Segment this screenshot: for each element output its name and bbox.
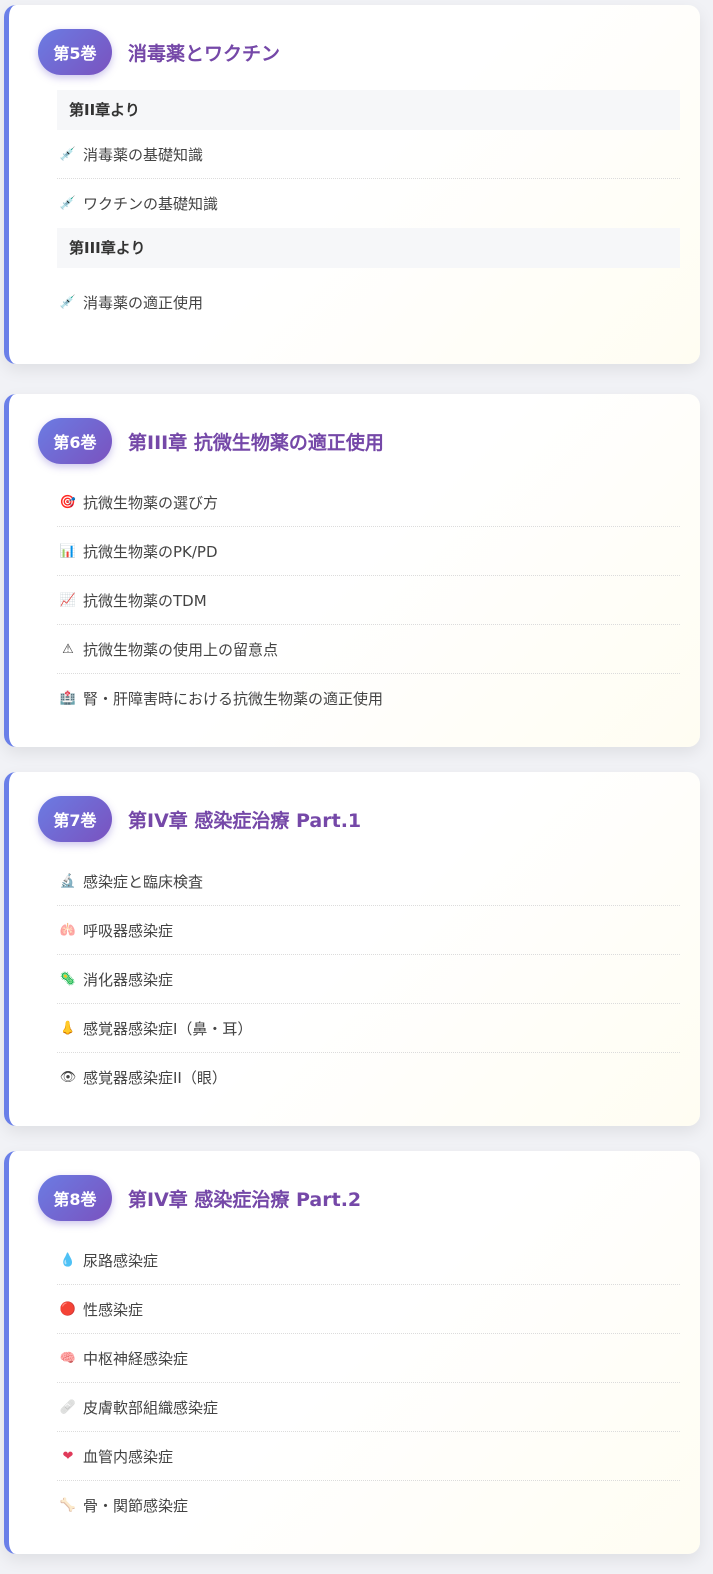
list-item[interactable]: 👁 感覚器感染症II（眼） bbox=[57, 1053, 680, 1102]
bandage-icon: 🩹 bbox=[59, 1399, 77, 1415]
list-item-label: 消毒薬の基礎知識 bbox=[83, 145, 204, 164]
syringe-icon: 💉 bbox=[59, 196, 77, 211]
list-item[interactable]: 💧 尿路感染症 bbox=[57, 1236, 680, 1285]
list-item-label: 皮膚軟部組織感染症 bbox=[83, 1398, 219, 1417]
list-item[interactable]: 🦠 消化器感染症 bbox=[57, 955, 680, 1004]
volume-card-7: 第7巻 第IV章 感染症治療 Part.1 🔬 感染症と臨床検査 🫁 呼吸器感染… bbox=[4, 772, 700, 1126]
list-item-label: 血管内感染症 bbox=[83, 1447, 174, 1466]
hospital-icon: 🏥 bbox=[59, 691, 77, 706]
list-item-label: 消毒薬の適正使用 bbox=[83, 293, 204, 312]
list-item-label: 抗微生物薬の選び方 bbox=[83, 493, 219, 512]
brain-icon: 🧠 bbox=[59, 1350, 77, 1366]
list-item-label: 抗微生物薬の使用上の留意点 bbox=[83, 640, 279, 659]
list-item[interactable]: 🏥 腎・肝障害時における抗微生物薬の適正使用 bbox=[57, 674, 680, 723]
volume-card-8: 第8巻 第IV章 感染症治療 Part.2 💧 尿路感染症 🔴 性感染症 🧠 中… bbox=[4, 1151, 700, 1554]
volume-badge: 第7巻 bbox=[38, 796, 112, 842]
eye-icon: 👁 bbox=[59, 1070, 77, 1085]
volume-card-6: 第6巻 第III章 抗微生物薬の適正使用 🎯 抗微生物薬の選び方 📊 抗微生物薬… bbox=[4, 394, 700, 747]
list-item-label: 感覚器感染症II（眼） bbox=[83, 1069, 227, 1087]
list-item-label: 消化器感染症 bbox=[83, 970, 174, 989]
droplet-icon: 💧 bbox=[59, 1252, 77, 1268]
volume-card-5: 第5巻 消毒薬とワクチン 第II章より 💉 消毒薬の基礎知識 💉 ワクチンの基礎… bbox=[4, 5, 700, 364]
heart-icon: ❤ bbox=[62, 1448, 74, 1464]
list-item[interactable]: 🔴 性感染症 bbox=[57, 1285, 680, 1334]
volume-badge: 第8巻 bbox=[38, 1175, 112, 1221]
list-item[interactable]: 📈 抗微生物薬のTDM bbox=[57, 576, 680, 625]
target-icon: 🎯 bbox=[59, 494, 77, 510]
list-item-label: ワクチンの基礎知識 bbox=[83, 195, 219, 213]
warning-icon: ⚠ bbox=[62, 641, 74, 657]
volume-title: 消毒薬とワクチン bbox=[128, 42, 281, 65]
volume-title: 第IV章 感染症治療 Part.2 bbox=[128, 1188, 362, 1211]
bar-chart-icon: 📊 bbox=[59, 543, 77, 559]
list-item[interactable]: 💉 ワクチンの基礎知識 bbox=[57, 179, 680, 228]
list-item-label: 腎・肝障害時における抗微生物薬の適正使用 bbox=[83, 690, 384, 708]
volume-header: 第7巻 第IV章 感染症治療 Part.1 bbox=[38, 796, 361, 842]
list-item[interactable]: 🧠 中枢神経感染症 bbox=[57, 1334, 680, 1383]
topic-list: 💧 尿路感染症 🔴 性感染症 🧠 中枢神経感染症 🩹 皮膚軟部組織感染症 ❤ 血… bbox=[57, 1236, 680, 1530]
list-item-label: 抗微生物薬のTDM bbox=[83, 591, 207, 610]
list-item-label: 感染症と臨床検査 bbox=[83, 872, 204, 891]
list-item[interactable]: 💉 消毒薬の適正使用 bbox=[57, 268, 680, 336]
nose-icon: 👃 bbox=[59, 1020, 77, 1036]
microbe-icon: 🦠 bbox=[59, 971, 77, 987]
list-item-label: 呼吸器感染症 bbox=[83, 921, 174, 940]
topic-list: 🔬 感染症と臨床検査 🫁 呼吸器感染症 🦠 消化器感染症 👃 感覚器感染症I（鼻… bbox=[57, 857, 680, 1102]
list-item-label: 抗微生物薬のPK/PD bbox=[83, 542, 218, 561]
list-item[interactable]: 🩹 皮膚軟部組織感染症 bbox=[57, 1383, 680, 1432]
line-chart-icon: 📈 bbox=[59, 592, 77, 608]
list-item-label: 尿路感染症 bbox=[83, 1251, 159, 1270]
volume-badge: 第5巻 bbox=[38, 29, 112, 75]
topic-list: 🎯 抗微生物薬の選び方 📊 抗微生物薬のPK/PD 📈 抗微生物薬のTDM ⚠ … bbox=[57, 478, 680, 723]
list-item-label: 感覚器感染症I（鼻・耳） bbox=[83, 1019, 253, 1038]
list-item[interactable]: ⚠ 抗微生物薬の使用上の留意点 bbox=[57, 625, 680, 674]
volume-header: 第6巻 第III章 抗微生物薬の適正使用 bbox=[38, 418, 384, 464]
list-item[interactable]: 💉 消毒薬の基礎知識 bbox=[57, 130, 680, 179]
chapter-subheader: 第II章より bbox=[57, 90, 680, 130]
list-item-label: 骨・関節感染症 bbox=[83, 1497, 189, 1515]
list-item[interactable]: 🫁 呼吸器感染症 bbox=[57, 906, 680, 955]
volume-header: 第5巻 消毒薬とワクチン bbox=[38, 29, 280, 75]
list-item[interactable]: 📊 抗微生物薬のPK/PD bbox=[57, 527, 680, 576]
syringe-icon: 💉 bbox=[59, 294, 77, 310]
volume-title: 第IV章 感染症治療 Part.1 bbox=[128, 809, 362, 832]
volume-badge: 第6巻 bbox=[38, 418, 112, 464]
lungs-icon: 🫁 bbox=[59, 922, 77, 938]
volume-title: 第III章 抗微生物薬の適正使用 bbox=[128, 431, 384, 454]
topic-list: 第II章より 💉 消毒薬の基礎知識 💉 ワクチンの基礎知識 第III章より 💉 … bbox=[57, 90, 680, 336]
red-circle-icon: 🔴 bbox=[59, 1301, 77, 1317]
list-item-label: 性感染症 bbox=[83, 1300, 144, 1319]
syringe-icon: 💉 bbox=[59, 146, 77, 162]
list-item-label: 中枢神経感染症 bbox=[83, 1349, 189, 1368]
volume-header: 第8巻 第IV章 感染症治療 Part.2 bbox=[38, 1175, 361, 1221]
chapter-subheader: 第III章より bbox=[57, 228, 680, 268]
list-item[interactable]: 👃 感覚器感染症I（鼻・耳） bbox=[57, 1004, 680, 1053]
list-item[interactable]: 🦴 骨・関節感染症 bbox=[57, 1481, 680, 1530]
list-item[interactable]: 🔬 感染症と臨床検査 bbox=[57, 857, 680, 906]
bone-icon: 🦴 bbox=[59, 1498, 77, 1513]
list-item[interactable]: ❤ 血管内感染症 bbox=[57, 1432, 680, 1481]
list-item[interactable]: 🎯 抗微生物薬の選び方 bbox=[57, 478, 680, 527]
microscope-icon: 🔬 bbox=[59, 873, 77, 889]
